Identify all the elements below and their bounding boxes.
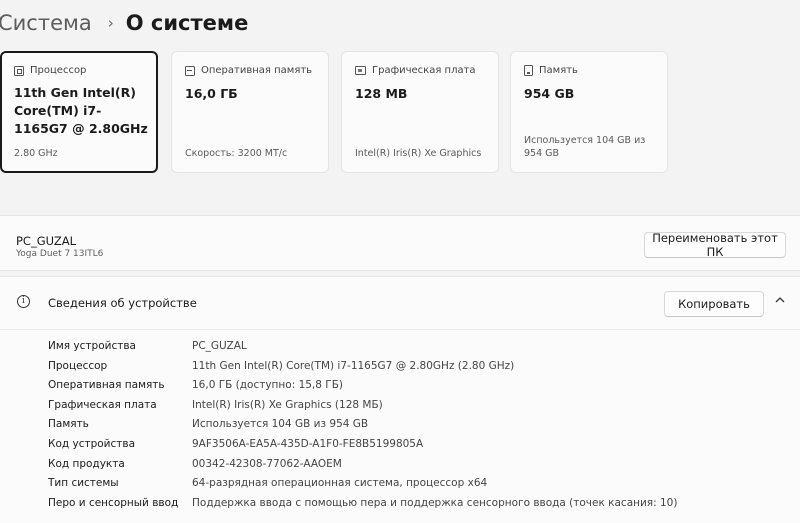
card-storage-sub: Используется 104 GB из 954 GB — [524, 135, 646, 159]
spec-key: Перо и сенсорный ввод — [48, 496, 179, 509]
spec-row: Память Используется 104 GB из 954 GB — [0, 416, 800, 436]
card-gpu-value: 128 MB — [355, 86, 408, 101]
card-gpu-header: Графическая плата — [355, 65, 476, 76]
card-processor-value: 11th Gen Intel(R) Core(TM) i7-1165G7 @ 2… — [14, 85, 148, 136]
spec-value: Intel(R) Iris(R) Xe Graphics (128 МБ) — [192, 398, 383, 411]
spec-value: 64-разрядная операционная система, проце… — [192, 477, 488, 490]
card-storage-title: Память — [539, 65, 578, 76]
storage-icon — [524, 65, 533, 76]
card-ram-header: Оперативная память — [185, 65, 312, 76]
spec-value: Используется 104 GB из 954 GB — [192, 418, 369, 431]
card-ram-sub: Скорость: 3200 МТ/с — [185, 148, 288, 159]
page-title: О системе — [125, 11, 249, 35]
card-gpu[interactable]: Графическая плата 128 MB Intel(R) Iris(R… — [341, 51, 499, 173]
spec-row: Имя устройства PC_GUZAL — [0, 338, 800, 358]
spec-value: 00342-42308-77062-AAOEM — [192, 457, 342, 470]
spec-row: Код устройства 9AF3506A-EA5A-435D-A1F0-F… — [0, 436, 800, 456]
spec-row: Процессор 11th Gen Intel(R) Core(TM) i7-… — [0, 358, 800, 378]
ram-icon — [185, 65, 195, 76]
device-info-title: Сведения об устройстве — [48, 296, 197, 310]
spec-key: Память — [48, 418, 89, 431]
spec-value: 11th Gen Intel(R) Core(TM) i7-1165G7 @ 2… — [192, 359, 515, 372]
pc-name: PC_GUZAL — [16, 234, 76, 248]
spec-key: Имя устройства — [48, 340, 136, 352]
card-processor[interactable]: Процессор 11th Gen Intel(R) Core(TM) i7-… — [0, 51, 158, 173]
card-storage[interactable]: Память 954 GB Используется 104 GB из 954… — [510, 51, 668, 173]
spec-key: Графическая плата — [48, 398, 157, 411]
info-icon: i — [17, 295, 30, 308]
spec-row: Графическая плата Intel(R) Iris(R) Xe Gr… — [0, 397, 800, 417]
chevron-right-icon: › — [107, 14, 114, 32]
chevron-up-icon[interactable] — [774, 294, 786, 306]
spec-row: Перо и сенсорный ввод Поддержка ввода с … — [0, 495, 800, 515]
card-storage-header: Память — [524, 65, 578, 76]
card-processor-header: Процессор — [14, 65, 86, 76]
breadcrumb-parent-link[interactable]: Система — [0, 11, 92, 35]
spec-key: Тип системы — [48, 477, 119, 490]
cpu-icon — [14, 65, 24, 76]
card-processor-title: Процессор — [30, 65, 87, 76]
rename-pc-button[interactable]: Переименовать этот ПК — [644, 231, 786, 259]
spec-key: Процессор — [48, 359, 108, 372]
card-ram[interactable]: Оперативная память 16,0 ГБ Скорость: 320… — [171, 51, 329, 173]
spec-row: Оперативная память 16,0 ГБ (доступно: 15… — [0, 377, 800, 397]
spec-value: 9AF3506A-EA5A-435D-A1F0-FE8B5199805A — [192, 438, 424, 450]
spec-key: Код устройства — [48, 438, 136, 450]
spec-value: PC_GUZAL — [192, 340, 247, 352]
card-ram-title: Оперативная память — [201, 65, 313, 76]
spec-key: Оперативная память — [48, 379, 165, 392]
pc-model: Yoga Duet 7 13ITL6 — [16, 249, 104, 259]
spec-value: Поддержка ввода с помощью пера и поддерж… — [192, 496, 678, 509]
card-processor-sub: 2.80 GHz — [14, 148, 58, 159]
spec-row: Код продукта 00342-42308-77062-AAOEM — [0, 456, 800, 476]
device-info-header[interactable]: i Сведения об устройстве Копировать — [0, 277, 800, 330]
spec-row: Тип системы 64-разрядная операционная си… — [0, 475, 800, 495]
device-info-panel: i Сведения об устройстве Копировать Имя … — [0, 276, 800, 523]
card-storage-value: 954 GB — [524, 86, 575, 101]
card-gpu-sub: Intel(R) Iris(R) Xe Graphics — [355, 148, 482, 159]
spec-key: Код продукта — [48, 457, 125, 470]
spec-value: 16,0 ГБ (доступно: 15,8 ГБ) — [192, 379, 343, 392]
card-gpu-title: Графическая плата — [372, 65, 476, 76]
card-ram-value: 16,0 ГБ — [185, 86, 238, 101]
gpu-icon — [355, 66, 366, 75]
breadcrumb: Система › О системе — [0, 8, 248, 38]
copy-button[interactable]: Копировать — [664, 291, 764, 317]
